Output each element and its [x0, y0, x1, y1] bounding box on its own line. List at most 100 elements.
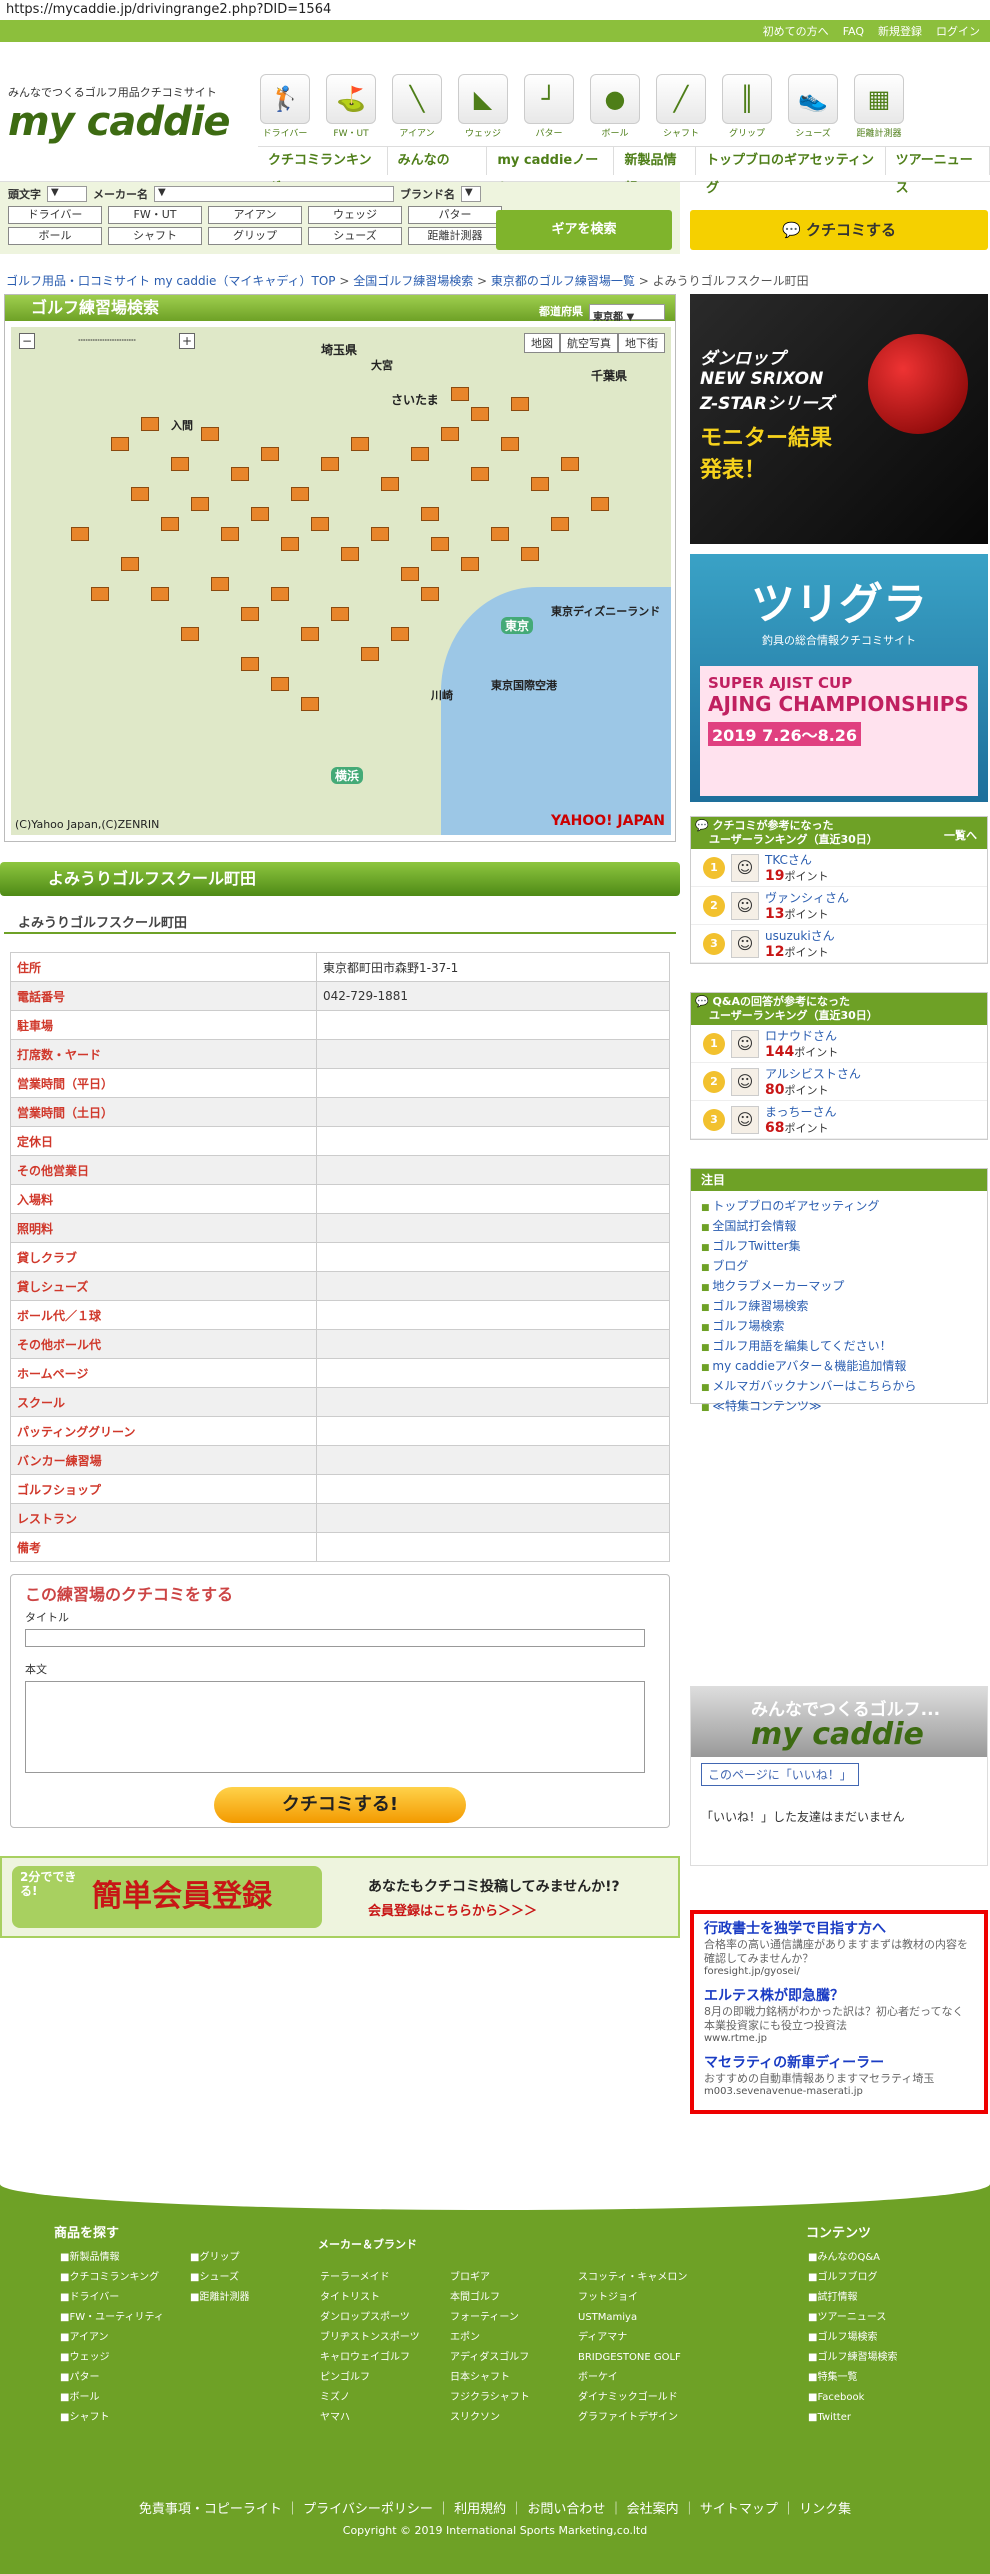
featured-link[interactable]: ゴルフTwitter集 — [701, 1237, 977, 1257]
ranking-more-link[interactable]: 一覧へ — [944, 829, 977, 843]
main-nav-item[interactable]: my caddieノート — [487, 147, 615, 196]
footer-link[interactable]: USTMamiya — [578, 2308, 687, 2328]
footer-link[interactable]: スコッティ・キャメロン — [578, 2268, 687, 2288]
initial-select[interactable]: ▼ — [47, 186, 87, 202]
footer-link[interactable]: ■ドライバー — [60, 2288, 164, 2308]
review-body-textarea[interactable] — [25, 1681, 645, 1773]
range-pin[interactable] — [451, 387, 469, 401]
main-nav-item[interactable]: 新製品情報 — [614, 147, 696, 196]
range-pin[interactable] — [411, 447, 429, 461]
range-pin[interactable] — [191, 497, 209, 511]
category-search-button[interactable]: アイアン — [208, 206, 302, 224]
featured-link[interactable]: ゴルフ用語を編集してください！ — [701, 1337, 977, 1357]
footer-link[interactable]: ボーケイ — [578, 2368, 687, 2388]
category-wedge[interactable]: ◣ ウェッジ — [456, 74, 510, 139]
category-search-button[interactable]: シューズ — [308, 227, 402, 245]
main-nav-item[interactable]: ツアーニュース — [886, 147, 990, 196]
zoom-out-button[interactable]: − — [19, 333, 35, 349]
footer-link[interactable]: ■アイアン — [60, 2328, 164, 2348]
range-pin[interactable] — [301, 627, 319, 641]
user-avatar[interactable]: ☺ — [731, 853, 759, 882]
footer-link[interactable]: ■ゴルフ練習場検索 — [808, 2348, 897, 2368]
user-avatar[interactable]: ☺ — [731, 1105, 759, 1134]
category-search-button[interactable]: ウェッジ — [308, 206, 402, 224]
range-pin[interactable] — [361, 647, 379, 661]
range-pin[interactable] — [471, 407, 489, 421]
category-ball[interactable]: ● ボール — [588, 74, 642, 139]
range-pin[interactable] — [381, 477, 399, 491]
text-ad-title[interactable]: 行政書士を独学で目指す方へ — [704, 1918, 974, 1938]
range-pin[interactable] — [171, 457, 189, 471]
featured-link[interactable]: メルマガバックナンバーはこちらから — [701, 1377, 977, 1397]
user-avatar[interactable]: ☺ — [731, 891, 759, 920]
range-pin[interactable] — [501, 437, 519, 451]
main-nav-item[interactable]: クチコミランキング — [258, 147, 388, 196]
footer-link[interactable]: ■シャフト — [60, 2408, 164, 2428]
range-pin[interactable] — [271, 677, 289, 691]
pref-select[interactable]: 東京都 ▼ — [589, 304, 665, 323]
footer-link[interactable]: ■クチコミランキング — [60, 2268, 164, 2288]
text-ad-title[interactable]: マセラティの新車ディーラー — [704, 2052, 974, 2072]
featured-link[interactable]: my caddieアバター＆機能追加情報 — [701, 1357, 977, 1377]
category-shaft[interactable]: ╱ シャフト — [654, 74, 708, 139]
range-pin[interactable] — [441, 427, 459, 441]
footer-link[interactable]: エポン — [450, 2328, 530, 2348]
category-grip[interactable]: ║ グリップ — [720, 74, 774, 139]
range-pin[interactable] — [401, 567, 419, 581]
range-pin[interactable] — [421, 507, 439, 521]
ranking-user-name[interactable]: usuzukiさん — [765, 927, 835, 944]
category-search-button[interactable]: 距離計測器 — [408, 227, 502, 245]
category-search-button[interactable]: ドライバー — [8, 206, 102, 224]
range-pin[interactable] — [431, 537, 449, 551]
range-pin[interactable] — [251, 507, 269, 521]
range-pin[interactable] — [531, 477, 549, 491]
footer-link[interactable]: ヤマハ — [320, 2408, 420, 2428]
footer-link[interactable]: ■距離計測器 — [190, 2288, 249, 2308]
footer-link[interactable]: ■ゴルフ場検索 — [808, 2328, 897, 2348]
range-pin[interactable] — [331, 607, 349, 621]
footer-link[interactable]: ■Twitter — [808, 2408, 897, 2428]
user-avatar[interactable]: ☺ — [731, 1029, 759, 1058]
text-ad-title[interactable]: エルテス株が即急騰？ — [704, 1985, 974, 2005]
signup-banner[interactable]: 2分でできる! 簡単会員登録 あなたもクチコミ投稿してみませんか!? 会員登録は… — [0, 1856, 680, 1938]
range-pin[interactable] — [261, 447, 279, 461]
category-search-button[interactable]: パター — [408, 206, 502, 224]
range-pin[interactable] — [341, 547, 359, 561]
range-pin[interactable] — [511, 397, 529, 411]
footer-link[interactable]: ■シューズ — [190, 2268, 249, 2288]
url-bar[interactable]: https://mycaddie.jp/drivingrange2.php?DI… — [0, 0, 990, 20]
breadcrumb-top[interactable]: ゴルフ用品・口コミサイト my caddie（マイキャディ）TOP — [6, 274, 336, 288]
ranking-user-name[interactable]: まっちーさん — [765, 1103, 837, 1120]
text-ad[interactable]: 行政書士を独学で目指す方へ 合格率の高い通信講座がありますまずは教材の内容を確認し… — [704, 1918, 974, 1977]
range-pin[interactable] — [391, 627, 409, 641]
kuchikomi-button[interactable]: 💬 クチコミする — [690, 210, 988, 250]
footer-link[interactable]: 日本シャフト — [450, 2368, 530, 2388]
footer-link[interactable]: ■ツアーニュース — [808, 2308, 897, 2328]
footer-link[interactable]: ■グリップ — [190, 2248, 249, 2268]
footer-link[interactable]: BRIDGESTONE GOLF — [578, 2348, 687, 2368]
range-pin[interactable] — [301, 697, 319, 711]
range-pin[interactable] — [221, 527, 239, 541]
footer-link[interactable]: タイトリスト — [320, 2288, 420, 2308]
main-nav-item[interactable]: トップブロのギアセッティング — [696, 147, 886, 196]
footer-link[interactable]: フォーティーン — [450, 2308, 530, 2328]
range-pin[interactable] — [291, 487, 309, 501]
site-logo[interactable]: みんなでつくるゴルフ用品クチコミサイト my caddie — [8, 84, 238, 144]
range-pin[interactable] — [151, 587, 169, 601]
footer-links[interactable]: 免責事項・コピーライト ｜ プライバシーポリシー ｜ 利用規約 ｜ お問い合わせ… — [0, 2498, 990, 2517]
category-search-button[interactable]: シャフト — [108, 227, 202, 245]
category-search-button[interactable]: FW・UT — [108, 206, 202, 224]
category-rangefinder[interactable]: ▦ 距離計測器 — [852, 74, 906, 139]
facebook-like-button[interactable]: このページに「いいね！」 — [701, 1763, 859, 1786]
range-pin[interactable] — [201, 427, 219, 441]
footer-link[interactable]: ■FW・ユーティリティ — [60, 2308, 164, 2328]
review-submit-button[interactable]: クチコミする! — [214, 1787, 466, 1823]
footer-link[interactable]: ■試打情報 — [808, 2288, 897, 2308]
footer-link[interactable]: ■ボール — [60, 2388, 164, 2408]
register-link[interactable]: 新規登録 — [878, 23, 922, 39]
category-fairway-wood[interactable]: ⛳ FW・UT — [324, 74, 378, 139]
range-pin[interactable] — [271, 587, 289, 601]
footer-link[interactable]: フジクラシャフト — [450, 2388, 530, 2408]
range-pin[interactable] — [241, 607, 259, 621]
category-driver[interactable]: 🏌 ドライバー — [258, 74, 312, 139]
